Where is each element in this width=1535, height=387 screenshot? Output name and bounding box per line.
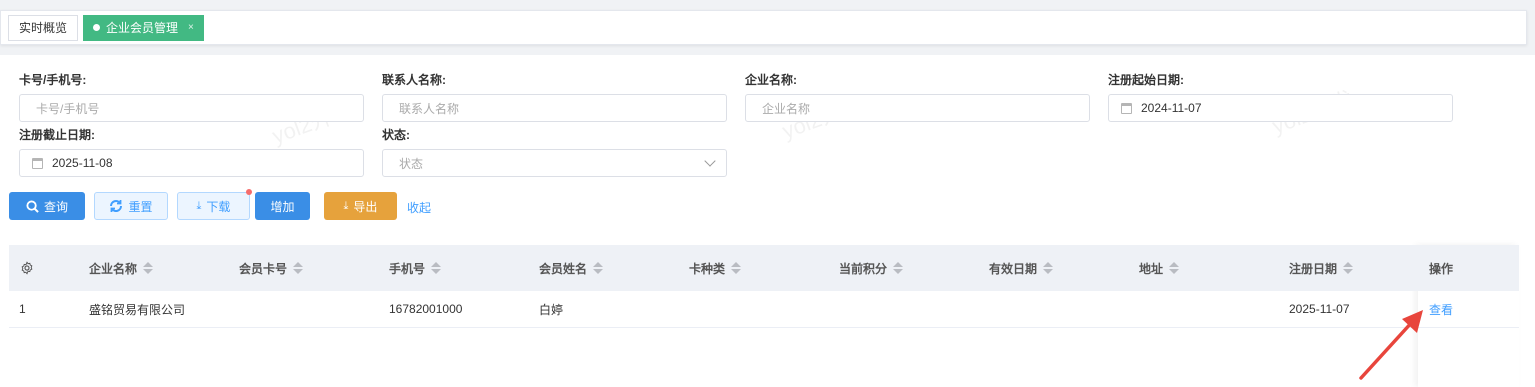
row-index: 1 (19, 302, 26, 316)
column-header-valid-date[interactable]: 有效日期 (989, 245, 1054, 291)
column-label: 有效日期 (989, 261, 1038, 276)
download-button[interactable]: ⤓ 下载 (177, 189, 252, 220)
placeholder: 状态 (399, 156, 424, 171)
column-header-phone[interactable]: 手机号 (389, 245, 442, 291)
field-company-name: 企业名称: 企业名称 (745, 72, 1090, 122)
chevron-down-icon (704, 155, 716, 167)
column-label: 卡种类 (689, 261, 726, 276)
sort-icon[interactable] (1043, 262, 1054, 274)
sort-icon[interactable] (431, 262, 442, 274)
column-label: 地址 (1139, 261, 1164, 276)
query-button[interactable]: 查询 (9, 192, 85, 220)
sort-icon[interactable] (293, 262, 304, 274)
field-card-phone: 卡号/手机号: 卡号/手机号 (19, 72, 364, 122)
reg-end-date-picker[interactable]: 2025-11-08 (19, 149, 364, 177)
field-status: 状态: 状态 (382, 127, 727, 177)
field-label: 注册起始日期: (1108, 73, 1184, 87)
column-header-address[interactable]: 地址 (1139, 245, 1180, 291)
column-label: 企业名称 (89, 261, 138, 276)
notification-dot (246, 189, 252, 195)
placeholder: 卡号/手机号 (36, 101, 100, 116)
column-settings-button[interactable] (20, 245, 34, 291)
field-label: 卡号/手机号: (19, 73, 87, 87)
cell-member-name: 白婷 (539, 302, 564, 317)
placeholder: 联系人名称 (399, 101, 460, 116)
button-label: 查询 (43, 199, 68, 214)
field-reg-start: 注册起始日期: 2024-11-07 (1108, 72, 1453, 122)
search-icon (26, 199, 39, 213)
sort-icon[interactable] (1169, 262, 1180, 274)
tab-label: 企业会员管理 (106, 21, 179, 35)
view-link[interactable]: 查看 (1429, 291, 1453, 327)
button-label: 下载 (206, 199, 231, 214)
close-icon[interactable]: × (188, 22, 194, 33)
status-select[interactable]: 状态 (382, 149, 727, 177)
column-label: 手机号 (389, 261, 426, 276)
annotation-arrow-icon (1359, 310, 1423, 380)
reg-start-date-picker[interactable]: 2024-11-07 (1108, 94, 1453, 122)
field-label: 企业名称: (745, 73, 797, 87)
field-label: 状态: (382, 128, 410, 142)
column-label: 当前积分 (839, 261, 888, 276)
export-button[interactable]: ⤓ 导出 (324, 192, 397, 220)
field-reg-end: 注册截止日期: 2025-11-08 (19, 127, 364, 177)
field-contact-name: 联系人名称: 联系人名称 (382, 72, 727, 122)
tab-enterprise-members[interactable]: 企业会员管理 × (83, 14, 204, 41)
button-label: 重置 (128, 199, 153, 214)
download-icon: ⤓ (196, 199, 202, 212)
button-label: 导出 (353, 199, 378, 214)
gear-icon (21, 261, 33, 275)
sort-icon[interactable] (143, 262, 154, 274)
cell-reg-date: 2025-11-07 (1289, 302, 1350, 316)
members-table: 企业名称 会员卡号 手机号 会员姓名 卡种类 当前积分 有效日期 地址 注册日期… (9, 245, 1519, 328)
date-value: 2025-11-08 (52, 156, 113, 170)
column-header-reg-date[interactable]: 注册日期 (1289, 245, 1354, 291)
sort-icon[interactable] (731, 262, 742, 274)
column-header-actions: 操作 (1429, 245, 1453, 291)
card-phone-input[interactable]: 卡号/手机号 (19, 94, 364, 122)
column-label: 会员姓名 (539, 261, 588, 276)
reset-button[interactable]: 重置 (94, 192, 168, 220)
column-header-member-name[interactable]: 会员姓名 (539, 245, 604, 291)
tab-realtime-overview[interactable]: 实时概览 (8, 14, 79, 41)
field-label: 注册截止日期: (19, 128, 95, 142)
tab-label: 实时概览 (19, 21, 68, 35)
date-value: 2024-11-07 (1141, 101, 1202, 115)
column-label: 注册日期 (1289, 261, 1338, 276)
collapse-link[interactable]: 收起 (407, 199, 431, 216)
calendar-icon (32, 157, 43, 169)
sort-icon[interactable] (893, 262, 904, 274)
table-row[interactable]: 1 盛铭贸易有限公司 16782001000 白婷 2025-11-07 查看 (9, 291, 1519, 328)
table-header: 企业名称 会员卡号 手机号 会员姓名 卡种类 当前积分 有效日期 地址 注册日期… (9, 245, 1519, 291)
column-label: 会员卡号 (239, 261, 288, 276)
refresh-icon (110, 200, 123, 212)
column-label: 操作 (1429, 261, 1454, 276)
tab-bar: 实时概览 企业会员管理 × (0, 10, 1527, 45)
cell-phone: 16782001000 (389, 302, 463, 316)
download-icon: ⤓ (343, 199, 349, 212)
main-content: yol2开发 yol2开发 yol2开发 卡号/手机号: 卡号/手机号 联系人名… (0, 55, 1535, 387)
sort-icon[interactable] (593, 262, 604, 274)
company-name-input[interactable]: 企业名称 (745, 94, 1090, 122)
sort-icon[interactable] (1343, 262, 1354, 274)
column-header-card-no[interactable]: 会员卡号 (239, 245, 304, 291)
add-button[interactable]: 增加 (255, 192, 310, 220)
field-label: 联系人名称: (382, 73, 446, 87)
column-header-company[interactable]: 企业名称 (89, 245, 154, 291)
column-header-points[interactable]: 当前积分 (839, 245, 904, 291)
calendar-icon (1121, 102, 1132, 114)
column-header-card-type[interactable]: 卡种类 (689, 245, 742, 291)
button-label: 增加 (270, 199, 295, 214)
contact-name-input[interactable]: 联系人名称 (382, 94, 727, 122)
active-dot-icon (93, 24, 101, 31)
placeholder: 企业名称 (762, 101, 811, 116)
cell-company: 盛铭贸易有限公司 (89, 302, 186, 317)
